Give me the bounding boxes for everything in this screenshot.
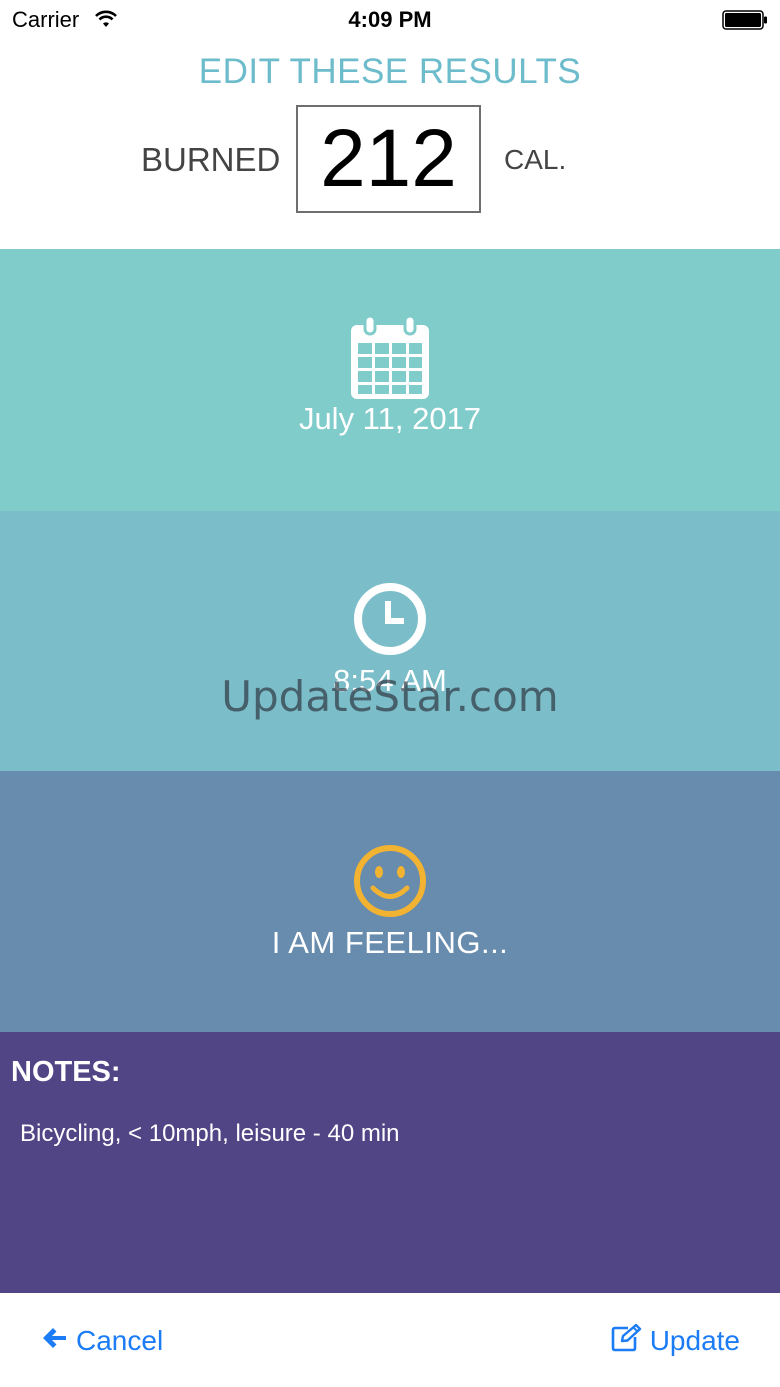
notes-label: NOTES: (11, 1056, 121, 1088)
time-picker-panel[interactable]: 8:54 AM (0, 511, 780, 771)
calories-unit-label: CAL. (504, 144, 567, 175)
cancel-button[interactable]: Cancel (40, 1323, 163, 1359)
mood-picker-panel[interactable]: I AM FEELING... (0, 771, 780, 1032)
clock-icon (0, 581, 780, 662)
calendar-icon (0, 314, 780, 406)
edit-icon (610, 1323, 650, 1360)
date-picker-panel[interactable]: July 11, 2017 (0, 249, 780, 511)
burned-label: BURNED (141, 141, 281, 178)
bottom-toolbar: Cancel Update (0, 1293, 780, 1387)
smiley-icon (0, 843, 780, 924)
battery-icon (722, 10, 767, 30)
update-label: Update (649, 1325, 740, 1356)
arrow-left-icon (40, 1324, 76, 1359)
cancel-label: Cancel (76, 1325, 164, 1356)
time-value: 8:54 AM (333, 663, 447, 698)
notes-field[interactable]: Bicycling, < 10mph, leisure - 40 min (20, 1120, 760, 1148)
date-value: July 11, 2017 (298, 401, 482, 436)
status-bar: Carrier 4:09 PM (0, 0, 780, 40)
mood-label: I AM FEELING... (271, 925, 509, 960)
status-time: 4:09 PM (348, 7, 432, 32)
update-button[interactable]: Update (610, 1323, 740, 1359)
calories-input[interactable]: 212 (296, 105, 481, 213)
page-title: EDIT THESE RESULTS (198, 52, 582, 91)
notes-panel: NOTES: Bicycling, < 10mph, leisure - 40 … (0, 1032, 780, 1293)
